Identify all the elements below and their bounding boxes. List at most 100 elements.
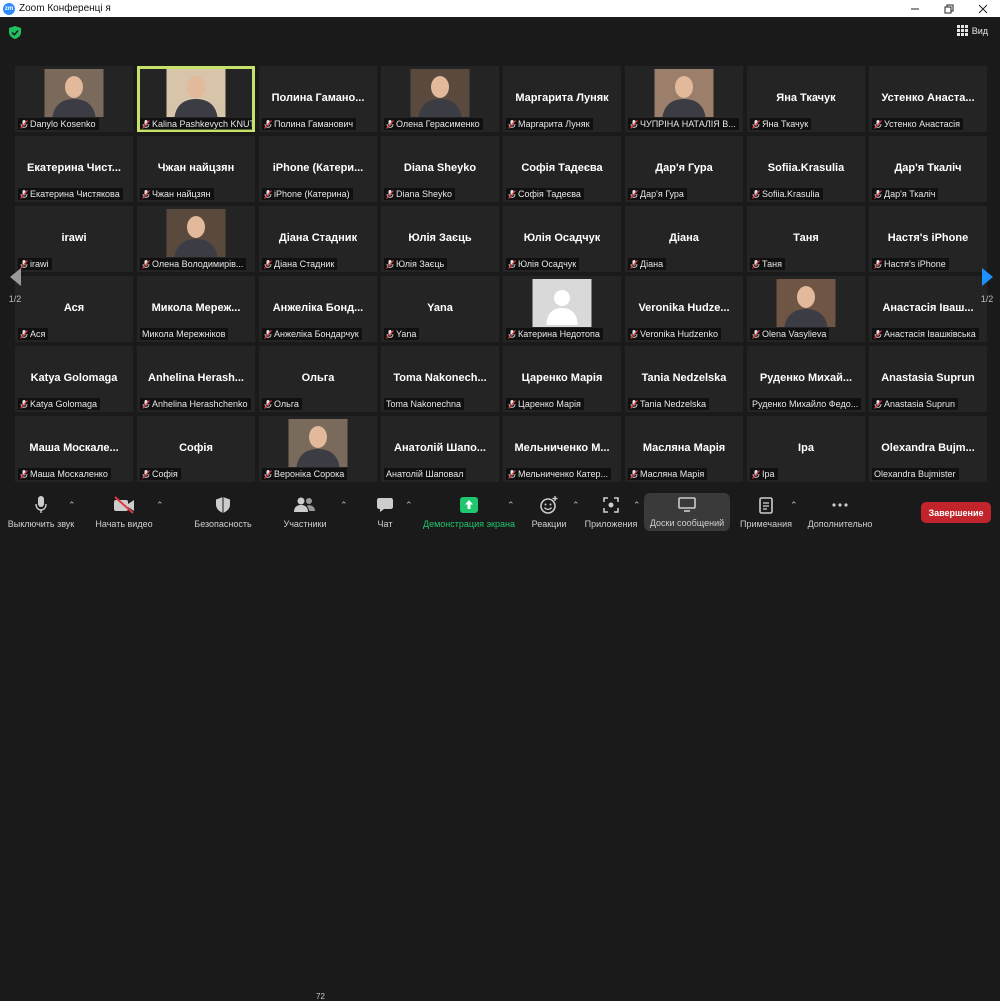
participant-display-name: Настя's iPhone <box>887 232 969 244</box>
participant-tile[interactable]: Юлія Заєць Юлія Заєць <box>381 206 499 272</box>
view-button[interactable]: Вид <box>956 25 988 36</box>
participant-tile[interactable]: Діана Діана <box>625 206 743 272</box>
participant-display-name: Дар'я Ткаліч <box>894 162 962 174</box>
more-button[interactable]: Дополнительно <box>806 490 874 534</box>
share-caret-icon[interactable]: ⌃ <box>507 500 515 511</box>
participant-tile[interactable]: Екатерина Чист... Екатерина Чистякова <box>15 136 133 202</box>
previous-page-button[interactable]: 1/2 <box>2 241 28 331</box>
participant-tile[interactable]: Катерина Недотопа <box>503 276 621 342</box>
security-label: Безопасность <box>194 519 252 529</box>
apps-button[interactable]: Приложения <box>584 490 638 534</box>
participant-tile[interactable]: Дар'я Ткаліч Дар'я Ткаліч <box>869 136 987 202</box>
participant-tile[interactable]: Вероніка Сорока <box>259 416 377 482</box>
participant-name-text: Олена Володимирів... <box>152 259 244 269</box>
participant-tile[interactable]: Toma Nakonech... Toma Nakonechna <box>381 346 499 412</box>
participant-tile[interactable]: Anhelina Herash... Anhelina Herashchenko <box>137 346 255 412</box>
participant-tile[interactable]: Tania Nedzelska Tania Nedzelska <box>625 346 743 412</box>
participant-tile[interactable]: Іра Іра <box>747 416 865 482</box>
participant-tile[interactable]: Olena Vasylieva <box>747 276 865 342</box>
muted-mic-icon <box>874 189 882 199</box>
end-meeting-button[interactable]: Завершение <box>921 502 991 523</box>
notes-button[interactable]: Примечания <box>738 490 794 534</box>
participant-name-text: Katya Golomaga <box>30 399 98 409</box>
share-screen-button[interactable]: Демонстрация экрана <box>423 490 515 534</box>
notes-caret-icon[interactable]: ⌃ <box>790 500 798 511</box>
participant-tile[interactable]: Diana Sheyko Diana Sheyko <box>381 136 499 202</box>
participant-display-name: Чжан найцзян <box>157 162 235 174</box>
close-button[interactable] <box>968 0 998 17</box>
participant-video <box>166 209 226 257</box>
participant-tile[interactable]: Ася Ася <box>15 276 133 342</box>
video-options-caret-icon[interactable]: ⌃ <box>156 500 164 511</box>
muted-mic-icon <box>20 189 28 199</box>
encryption-shield-icon[interactable] <box>9 26 21 39</box>
mute-button[interactable]: Выключить звук <box>6 490 76 534</box>
participant-tile[interactable]: Діана Стадник Діана Стадник <box>259 206 377 272</box>
participant-tile[interactable]: Sofiia.Krasulia Sofiia.Krasulia <box>747 136 865 202</box>
participant-tile[interactable]: Маша Москале... Маша Москаленко <box>15 416 133 482</box>
participant-tile[interactable]: Яна Ткачук Яна Ткачук <box>747 66 865 132</box>
default-avatar-icon <box>532 279 592 327</box>
participant-tile[interactable]: Yana Yana <box>381 276 499 342</box>
minimize-button[interactable] <box>900 0 930 17</box>
participant-tile[interactable]: Мельниченко М... Мельниченко Катер... <box>503 416 621 482</box>
participant-tile[interactable]: Анатолій Шапо... Анатолій Шаповал <box>381 416 499 482</box>
participant-tile[interactable]: Olexandra Bujm... Olexandra Bujmister <box>869 416 987 482</box>
participant-display-name: Sofiia.Krasulia <box>767 162 845 174</box>
reactions-caret-icon[interactable]: ⌃ <box>572 500 580 511</box>
apps-caret-icon[interactable]: ⌃ <box>633 500 641 511</box>
restore-button[interactable] <box>934 0 964 17</box>
participant-tile[interactable]: Микола Мереж... Микола Мережніков <box>137 276 255 342</box>
participant-tile[interactable]: Олена Герасименко <box>381 66 499 132</box>
participant-tile[interactable]: Полина Гамано... Полина Гаманович <box>259 66 377 132</box>
participant-tile[interactable]: Анастасія Іваш... Анастасія Івашківська <box>869 276 987 342</box>
reactions-button[interactable]: Реакции <box>530 490 568 534</box>
muted-mic-icon <box>630 259 638 269</box>
participant-name-text: Anhelina Herashchenko <box>152 399 248 409</box>
participant-tile[interactable]: Софія Софія <box>137 416 255 482</box>
participant-tile[interactable]: Таня Таня <box>747 206 865 272</box>
whiteboards-button[interactable]: Доски сообщений <box>644 493 730 531</box>
next-page-button[interactable]: 1/2 <box>974 241 1000 331</box>
participant-tile[interactable]: Дар'я Гура Дар'я Гура <box>625 136 743 202</box>
participant-tile[interactable]: Маргарита Луняк Маргарита Луняк <box>503 66 621 132</box>
security-button[interactable]: Безопасность <box>193 490 253 534</box>
muted-mic-icon <box>508 469 516 479</box>
participant-tile[interactable]: Олена Володимирів... <box>137 206 255 272</box>
participant-tile[interactable]: Katya Golomaga Katya Golomaga <box>15 346 133 412</box>
audio-options-caret-icon[interactable]: ⌃ <box>68 500 76 511</box>
participants-caret-icon[interactable]: ⌃ <box>340 500 348 511</box>
participant-tile[interactable]: Настя's iPhone Настя's iPhone <box>869 206 987 272</box>
participant-tile[interactable]: Софія Тадеєва Софія Тадеєва <box>503 136 621 202</box>
participant-name-label: Вероніка Сорока <box>262 468 348 480</box>
participant-name-label: Іра <box>750 468 778 480</box>
participant-tile[interactable]: iPhone (Катери... iPhone (Катерина) <box>259 136 377 202</box>
participant-tile[interactable]: Ольга Ольга <box>259 346 377 412</box>
participant-tile[interactable]: Устенко Анаста... Устенко Анастасія <box>869 66 987 132</box>
participant-tile[interactable]: Масляна Марія Масляна Марія <box>625 416 743 482</box>
participants-button[interactable]: Участники <box>281 490 329 534</box>
participant-tile[interactable]: Руденко Михай... Руденко Михайло Федо... <box>747 346 865 412</box>
participant-display-name: Діана <box>669 232 699 244</box>
video-off-icon <box>114 496 134 514</box>
participant-tile[interactable]: Veronika Hudze... Veronika Hudzenko <box>625 276 743 342</box>
participant-tile[interactable]: Юлія Осадчук Юлія Осадчук <box>503 206 621 272</box>
chat-caret-icon[interactable]: ⌃ <box>405 500 413 511</box>
participant-name-label: Toma Nakonechna <box>384 398 465 410</box>
participant-tile[interactable]: Чжан найцзян Чжан найцзян <box>137 136 255 202</box>
participant-tile[interactable]: Kalina Pashkevych KNUT... <box>137 66 255 132</box>
participant-tile[interactable]: Царенко Марія Царенко Марія <box>503 346 621 412</box>
participant-tile[interactable]: Анжеліка Бонд... Анжеліка Бондарчук <box>259 276 377 342</box>
start-video-button[interactable]: Начать видео <box>95 490 153 534</box>
participant-tile[interactable]: ЧУПРІНА НАТАЛІЯ В... <box>625 66 743 132</box>
participant-name-text: Olena Vasylieva <box>762 329 827 339</box>
muted-mic-icon <box>508 189 516 199</box>
participant-name-label: Анатолій Шаповал <box>384 468 467 480</box>
participant-tile[interactable]: irawi irawi <box>15 206 133 272</box>
participant-tile[interactable]: Danylo Kosenko <box>15 66 133 132</box>
chat-bubble-icon <box>377 498 393 512</box>
muted-mic-icon <box>20 469 28 479</box>
participant-name-text: Масляна Марія <box>640 469 705 479</box>
chat-button[interactable]: Чат <box>371 490 399 534</box>
participant-tile[interactable]: Anastasia Suprun Anastasia Suprun <box>869 346 987 412</box>
